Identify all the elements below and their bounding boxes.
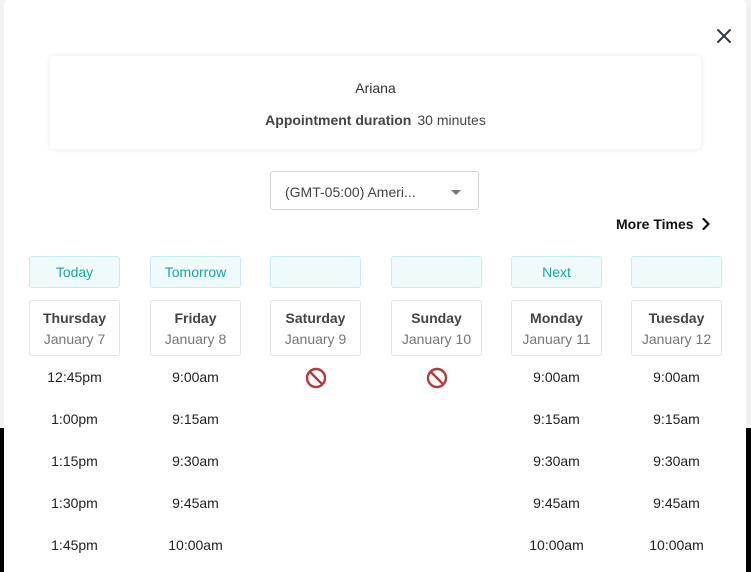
time-slot[interactable]: 12:45pm	[29, 366, 120, 408]
time-slot[interactable]: 10:00am	[511, 534, 602, 572]
duration-value: 30 minutes	[417, 112, 486, 128]
day-header: Friday January 8	[150, 300, 241, 356]
time-slot[interactable]: 9:00am	[150, 366, 241, 408]
day-name: Monday	[530, 310, 583, 326]
day-name: Sunday	[411, 310, 462, 326]
day-badge: Next	[511, 256, 602, 288]
more-times-button[interactable]: More Times	[616, 214, 710, 234]
caret-down-icon	[451, 190, 461, 195]
day-badge: Today	[29, 256, 120, 288]
duration-label: Appointment duration	[265, 112, 412, 128]
day-date: January 12	[641, 331, 712, 347]
more-times-label: More Times	[616, 216, 694, 232]
close-icon	[717, 29, 731, 43]
time-slot[interactable]: 9:30am	[150, 450, 241, 492]
day-badge	[631, 256, 722, 288]
time-slot[interactable]: 9:45am	[150, 492, 241, 534]
day-badge	[391, 256, 482, 288]
day-name: Friday	[174, 310, 217, 326]
day-column: Saturday January 9	[270, 256, 361, 389]
time-slot-list: 9:00am 9:15am 9:30am 9:45am 10:00am	[631, 366, 722, 572]
day-column: Sunday January 10	[391, 256, 482, 389]
time-slot-list: 9:00am 9:15am 9:30am 9:45am 10:00am	[511, 366, 602, 572]
time-slot[interactable]: 9:45am	[631, 492, 722, 534]
appointment-duration: Appointment duration 30 minutes	[50, 112, 701, 128]
day-header: Monday January 11	[511, 300, 602, 356]
day-badge: Tomorrow	[150, 256, 241, 288]
day-column: Next Monday January 11 9:00am 9:15am 9:30am 9:…	[511, 256, 602, 572]
time-slot-list: 12:45pm 1:00pm 1:15pm 1:30pm 1:45pm	[29, 366, 120, 572]
chevron-right-icon	[701, 218, 710, 230]
day-column: Tomorrow Friday January 8 9:00am 9:15am 9:30a…	[150, 256, 241, 572]
time-slot[interactable]: 9:45am	[511, 492, 602, 534]
time-slot[interactable]: 10:00am	[631, 534, 722, 572]
time-slot[interactable]: 9:15am	[150, 408, 241, 450]
time-slot[interactable]: 9:00am	[631, 366, 722, 408]
day-name: Tuesday	[648, 310, 705, 326]
timezone-select[interactable]: (GMT-05:00) Ameri...	[270, 171, 479, 210]
day-badge	[270, 256, 361, 288]
day-column: Tuesday January 12 9:00am 9:15am 9:30am 9:45a…	[631, 256, 722, 572]
time-slot[interactable]: 9:30am	[631, 450, 722, 492]
no-entry-icon	[426, 367, 447, 389]
time-slot-list	[270, 366, 361, 389]
day-header: Sunday January 10	[391, 300, 482, 356]
time-slot[interactable]: 10:00am	[150, 534, 241, 572]
no-entry-icon	[305, 367, 326, 389]
timezone-value: (GMT-05:00) Ameri...	[285, 184, 416, 200]
day-date: January 9	[284, 331, 347, 347]
time-slot[interactable]: 1:45pm	[29, 534, 120, 572]
booking-modal: Ariana Appointment duration 30 minutes (G…	[4, 0, 746, 572]
time-slot[interactable]: 9:00am	[511, 366, 602, 408]
staff-name: Ariana	[355, 80, 396, 96]
unavailable-icon	[270, 366, 361, 389]
time-slot-list: 9:00am 9:15am 9:30am 9:45am 10:00am	[150, 366, 241, 572]
day-header: Tuesday January 12	[631, 300, 722, 356]
day-header: Thursday January 7	[29, 300, 120, 356]
time-slot[interactable]: 9:15am	[631, 408, 722, 450]
day-name: Saturday	[285, 310, 346, 326]
day-name: Thursday	[42, 310, 106, 326]
day-date: January 11	[522, 331, 591, 347]
time-slot[interactable]: 1:30pm	[29, 492, 120, 534]
unavailable-icon	[391, 366, 482, 389]
time-slot[interactable]: 1:15pm	[29, 450, 120, 492]
time-slot[interactable]: 9:30am	[511, 450, 602, 492]
time-slot-list	[391, 366, 482, 389]
day-column: Today Thursday January 7 12:45pm 1:00pm 1:15p…	[29, 256, 120, 572]
appointment-summary-card: Ariana Appointment duration 30 minutes	[50, 56, 701, 149]
day-date: January 8	[164, 331, 227, 347]
day-date: January 10	[401, 331, 472, 347]
time-slot[interactable]: 9:15am	[511, 408, 602, 450]
time-slot[interactable]: 1:00pm	[29, 408, 120, 450]
day-header: Saturday January 9	[270, 300, 361, 356]
day-date: January 7	[43, 331, 106, 347]
close-button[interactable]	[712, 24, 736, 48]
